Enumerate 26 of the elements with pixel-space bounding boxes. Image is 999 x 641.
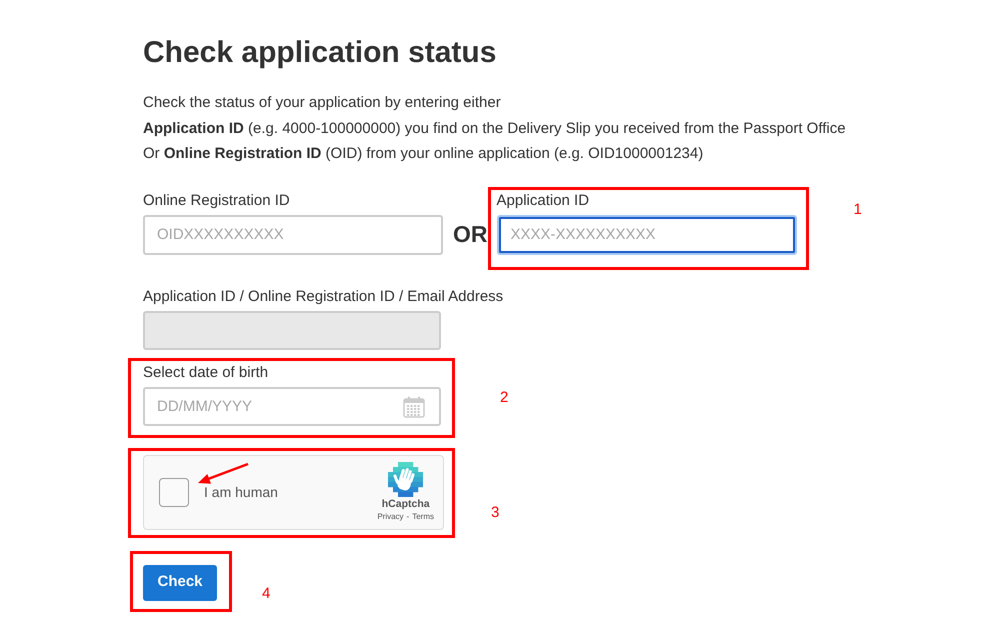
checkbox-label: I am human: [204, 482, 278, 502]
check-button[interactable]: Check: [143, 564, 217, 600]
calendar-icon[interactable]: [403, 396, 425, 418]
field-label: Select date of birth: [143, 362, 270, 382]
intro-text: Or Online Registration ID (OID) from your online application (e.g. OID1000001234): [143, 144, 704, 164]
annotation-arrow: [196, 462, 250, 486]
footer-link[interactable]: Terms: [412, 511, 434, 522]
field-label: Application ID / Online Registration ID / Email Address: [143, 286, 504, 306]
intro-text: Check the status of your application by entering either: [143, 93, 502, 113]
hand-icon: [388, 462, 424, 497]
annotation-number: 4: [262, 584, 270, 604]
annotation-number: 1: [854, 200, 862, 220]
annotation-number: 3: [491, 502, 500, 522]
field-label: Online Registration ID: [143, 190, 291, 210]
input-field[interactable]: XXXX-XXXXXXXXXX: [496, 214, 796, 254]
input-field[interactable]: OIDXXXXXXXXXX: [143, 214, 443, 254]
annotation-number: 2: [500, 388, 508, 408]
checkbox[interactable]: [159, 478, 189, 506]
link-separator: -: [406, 511, 410, 522]
or-separator: OR: [453, 220, 488, 248]
date-field[interactable]: DD/MM/YYYY: [143, 386, 441, 426]
field-label: Application ID: [496, 190, 590, 210]
intro-text: Application ID (e.g. 4000-100000000) you find on the Delivery Slip you received from the Passport Office: [143, 118, 846, 138]
brand-name: hCaptcha: [382, 498, 430, 511]
footer-link[interactable]: Privacy: [377, 511, 404, 522]
page-title: Check application status: [143, 35, 496, 71]
